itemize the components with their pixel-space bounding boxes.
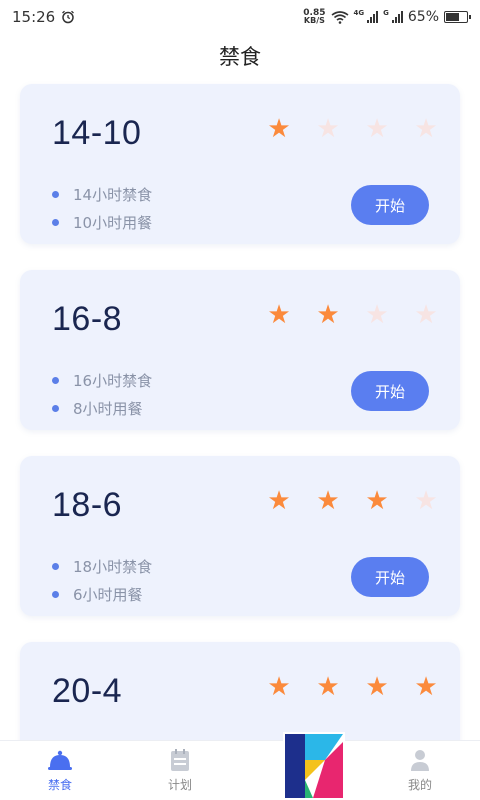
star-icon: ★	[267, 114, 291, 144]
star-icon: ★	[267, 300, 291, 330]
bullet-dot	[52, 404, 59, 412]
difficulty-rating: ★ ★ ★ ★	[267, 302, 438, 328]
nav-item-profile[interactable]: 我的	[360, 741, 480, 800]
eating-hours-text: 8小时用餐	[73, 399, 143, 418]
plan-title: 14-10	[52, 114, 142, 152]
start-button[interactable]: 开始	[351, 557, 429, 597]
network-type: 4G	[353, 9, 365, 17]
star-icon: ★	[414, 300, 438, 330]
star-icon: ★	[316, 486, 340, 516]
plan-card[interactable]: 18-6 ★ ★ ★ ★ 18小时禁食 6小时用餐 开始	[20, 456, 460, 616]
detail-line: 8小时用餐	[52, 394, 152, 422]
plan-title: 20-4	[52, 672, 123, 710]
fasting-hours-text: 14小时禁食	[73, 185, 153, 204]
star-icon: ★	[365, 300, 389, 330]
status-time: 15:26	[12, 8, 56, 26]
star-icon: ★	[365, 672, 389, 702]
nav-label-plan: 计划	[167, 778, 192, 792]
nav-item-fasting[interactable]: 禁食	[0, 741, 120, 800]
star-icon: ★	[414, 486, 438, 516]
difficulty-rating: ★ ★ ★ ★	[267, 674, 438, 700]
watermark-logo	[283, 732, 345, 800]
star-icon: ★	[365, 486, 389, 516]
star-icon: ★	[267, 486, 291, 516]
plan-title: 16-8	[52, 300, 123, 338]
star-icon: ★	[414, 114, 438, 144]
bullet-dot	[52, 590, 59, 598]
detail-line: 16小时禁食	[52, 366, 152, 394]
plan-icon	[166, 747, 194, 773]
difficulty-rating: ★ ★ ★ ★	[267, 116, 438, 142]
profile-icon	[406, 747, 434, 773]
alarm-icon	[62, 10, 75, 24]
star-icon: ★	[414, 672, 438, 702]
plan-title: 18-6	[52, 486, 123, 524]
fasting-hours-text: 18小时禁食	[73, 557, 153, 576]
bullet-dot	[52, 562, 59, 570]
status-right: 0.85 KB/S 4G G 65%	[303, 9, 471, 25]
star-icon: ★	[316, 672, 340, 702]
nav-item-plan[interactable]: 计划	[120, 741, 240, 800]
bullet-dot	[52, 190, 59, 198]
fasting-hours-text: 16小时禁食	[73, 371, 153, 390]
eating-hours-text: 6小时用餐	[73, 585, 143, 604]
detail-line: 14小时禁食	[52, 180, 152, 208]
star-icon: ★	[316, 114, 340, 144]
wifi-icon	[331, 11, 348, 24]
status-left: 15:26	[12, 8, 75, 26]
page-title: 禁食	[219, 45, 261, 69]
bullet-dot	[52, 218, 59, 226]
detail-line: 10小时用餐	[52, 208, 152, 236]
fasting-icon	[46, 747, 74, 773]
plan-details: 14小时禁食 10小时用餐	[52, 180, 152, 236]
battery-icon	[444, 11, 471, 23]
nav-label-fasting: 禁食	[47, 778, 72, 792]
difficulty-rating: ★ ★ ★ ★	[267, 488, 438, 514]
net-speed: 0.85 KB/S	[303, 9, 325, 25]
star-icon: ★	[267, 672, 291, 702]
plan-details: 18小时禁食 6小时用餐	[52, 552, 152, 608]
start-button[interactable]: 开始	[351, 371, 429, 411]
plan-details: 16小时禁食 8小时用餐	[52, 366, 152, 422]
bullet-dot	[52, 376, 59, 384]
signal-icon	[367, 11, 379, 23]
signal-icon-2	[391, 11, 403, 23]
status-bar: 15:26 0.85 KB/S 4G G 65%	[0, 0, 480, 34]
start-button[interactable]: 开始	[351, 185, 429, 225]
net-speed-unit: KB/S	[303, 16, 325, 25]
star-icon: ★	[365, 114, 389, 144]
plan-card[interactable]: 14-10 ★ ★ ★ ★ 14小时禁食 10小时用餐 开始	[20, 84, 460, 244]
detail-line: 6小时用餐	[52, 580, 152, 608]
star-icon: ★	[316, 300, 340, 330]
detail-line: 18小时禁食	[52, 552, 152, 580]
plan-list: 14-10 ★ ★ ★ ★ 14小时禁食 10小时用餐 开始 16-8 ★ ★ ★ ★ 16小时禁食 8小时…	[20, 84, 460, 800]
nav-label-profile: 我的	[407, 778, 432, 792]
bottom-nav: 禁食 计划 水 我的	[0, 740, 480, 800]
network-type-2: G	[383, 9, 389, 17]
eating-hours-text: 10小时用餐	[73, 213, 153, 232]
plan-card[interactable]: 16-8 ★ ★ ★ ★ 16小时禁食 8小时用餐 开始	[20, 270, 460, 430]
battery-percent: 65%	[407, 9, 439, 25]
